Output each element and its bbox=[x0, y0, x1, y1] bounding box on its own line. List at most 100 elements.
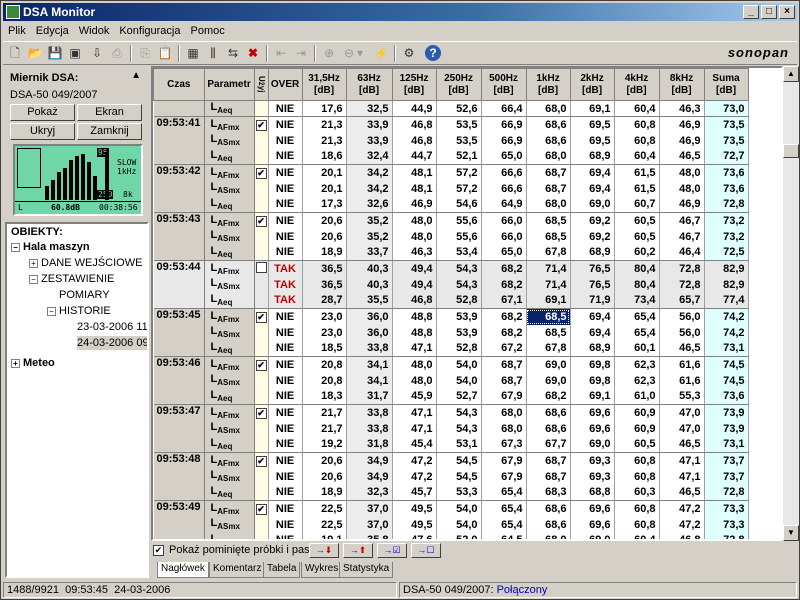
use-checkbox[interactable]: ✔ bbox=[255, 119, 267, 131]
band-value[interactable]: 47,0 bbox=[659, 420, 705, 437]
band-value[interactable]: 67,7 bbox=[526, 436, 571, 453]
settings-icon[interactable]: ⚙ bbox=[399, 44, 419, 63]
band-value[interactable]: 37,0 bbox=[346, 500, 393, 517]
band-value[interactable]: 65,7 bbox=[659, 292, 705, 309]
use-checkbox[interactable]: ✔ bbox=[255, 407, 267, 419]
tree-item-meteo[interactable]: + Meteo bbox=[11, 356, 55, 370]
band-value[interactable]: 32,5 bbox=[346, 100, 393, 117]
tree-item-histories[interactable]: − HISTORIE bbox=[47, 304, 111, 318]
menu-config[interactable]: Konfiguracja bbox=[114, 22, 185, 40]
band-value[interactable]: 67,8 bbox=[526, 244, 571, 261]
band-value[interactable]: 68,2 bbox=[481, 308, 527, 325]
band-value[interactable]: 35,2 bbox=[346, 228, 393, 245]
band-value[interactable]: 69,3 bbox=[570, 452, 615, 469]
band-value[interactable]: 73,9 bbox=[704, 420, 749, 437]
band-value[interactable]: 82,9 bbox=[704, 260, 749, 277]
zoom-dropdown-icon[interactable]: ▾ bbox=[355, 44, 365, 63]
band-value[interactable]: 69,1 bbox=[570, 388, 615, 405]
band-value[interactable]: 52,8 bbox=[436, 292, 482, 309]
tree-item-history-2[interactable]: 24-03-2006 09:20 bbox=[77, 336, 147, 350]
band-value[interactable]: 49,5 bbox=[392, 516, 437, 533]
band-value[interactable]: 65,0 bbox=[481, 244, 527, 261]
header-band[interactable]: 4kHz [dB] bbox=[613, 68, 660, 101]
band-value[interactable]: 68,2 bbox=[481, 276, 527, 293]
band-value[interactable]: 65,0 bbox=[481, 148, 527, 165]
band-value[interactable]: 74,2 bbox=[704, 324, 749, 341]
band-value[interactable]: 46,9 bbox=[659, 196, 705, 213]
band-value[interactable]: 68,0 bbox=[526, 148, 571, 165]
scroll-thumb[interactable] bbox=[783, 144, 799, 158]
band-value[interactable]: 68,0 bbox=[526, 196, 571, 213]
band-value[interactable]: 73,9 bbox=[704, 404, 749, 421]
band-value[interactable]: 73,6 bbox=[704, 180, 749, 197]
table-row[interactable]: LAeq NIE 18,9 33,7 46,3 53,4 65,0 67,8 68,9 60,2 4… bbox=[153, 244, 749, 261]
band-value[interactable]: 69,8 bbox=[570, 356, 615, 373]
band-value[interactable]: 69,0 bbox=[526, 356, 571, 373]
band-value[interactable]: 73,6 bbox=[704, 164, 749, 181]
band-value[interactable]: 69,6 bbox=[570, 516, 615, 533]
print-icon[interactable]: ⎙ bbox=[107, 44, 127, 63]
band-value[interactable]: 65,4 bbox=[481, 500, 527, 517]
band-value[interactable]: 69,5 bbox=[570, 132, 615, 149]
use-checkbox-cell[interactable] bbox=[254, 260, 269, 277]
use-checkbox-cell[interactable] bbox=[254, 436, 269, 453]
tree-item-summary[interactable]: − ZESTAWIENIE bbox=[29, 272, 114, 286]
band-value[interactable]: 73,3 bbox=[704, 516, 749, 533]
band-value[interactable]: 32,6 bbox=[346, 196, 393, 213]
use-checkbox[interactable]: ✔ bbox=[255, 455, 267, 467]
band-value[interactable]: 18,5 bbox=[302, 340, 347, 357]
use-checkbox-cell[interactable]: ✔ bbox=[254, 356, 269, 373]
band-value[interactable]: 23,0 bbox=[302, 324, 347, 341]
band-value[interactable]: 46,8 bbox=[659, 532, 705, 539]
band-value[interactable]: 60,9 bbox=[614, 404, 660, 421]
use-checkbox-cell[interactable]: ✔ bbox=[254, 404, 269, 421]
header-band[interactable]: 8kHz [dB] bbox=[658, 68, 705, 101]
band-value[interactable]: 69,1 bbox=[570, 100, 615, 117]
band-value[interactable]: 66,6 bbox=[481, 164, 527, 181]
table-row[interactable]: LASmx NIE 21,3 33,9 46,8 53,5 66,9 68,6 69,5 60,8… bbox=[153, 132, 749, 149]
band-value[interactable]: 60,7 bbox=[614, 196, 660, 213]
band-value[interactable]: 64,5 bbox=[481, 532, 527, 539]
band-value[interactable]: 67,8 bbox=[526, 340, 571, 357]
use-checkbox-cell[interactable] bbox=[254, 484, 269, 501]
band-value[interactable]: 56,0 bbox=[659, 324, 705, 341]
band-value[interactable]: 68,5 bbox=[526, 212, 571, 229]
header-used[interactable]: Użyj bbox=[253, 68, 269, 101]
band-value[interactable]: 72,8 bbox=[704, 196, 749, 213]
header-band[interactable]: 125Hz [dB] bbox=[391, 68, 437, 101]
band-value[interactable]: 76,5 bbox=[570, 276, 615, 293]
use-checkbox-cell[interactable] bbox=[254, 340, 269, 357]
use-checkbox[interactable]: ✔ bbox=[255, 359, 267, 371]
band-value[interactable]: 54,3 bbox=[436, 260, 482, 277]
band-value[interactable]: 64,9 bbox=[481, 196, 527, 213]
band-value[interactable]: 73,7 bbox=[704, 452, 749, 469]
band-value[interactable]: 67,9 bbox=[481, 452, 527, 469]
band-value[interactable]: 53,9 bbox=[436, 308, 482, 325]
band-value[interactable]: 68,6 bbox=[526, 420, 571, 437]
band-value[interactable]: 20,6 bbox=[302, 228, 347, 245]
header-band[interactable]: 63Hz [dB] bbox=[345, 68, 393, 101]
band-value[interactable]: 60,4 bbox=[614, 100, 660, 117]
band-value[interactable]: 54,5 bbox=[436, 452, 482, 469]
band-value[interactable]: 66,0 bbox=[481, 212, 527, 229]
band-value[interactable]: 66,0 bbox=[481, 228, 527, 245]
band-value[interactable]: 22,5 bbox=[302, 516, 347, 533]
band-value[interactable]: 46,4 bbox=[659, 244, 705, 261]
band-value[interactable]: 54,0 bbox=[436, 500, 482, 517]
delete-icon[interactable]: ✖ bbox=[243, 44, 263, 63]
band-value[interactable]: 60,2 bbox=[614, 244, 660, 261]
band-value[interactable]: 36,5 bbox=[302, 260, 347, 277]
minimize-button[interactable]: _ bbox=[743, 5, 759, 19]
band-value[interactable]: 47,1 bbox=[392, 340, 437, 357]
band-value[interactable]: 46,9 bbox=[659, 132, 705, 149]
band-value[interactable]: 68,6 bbox=[526, 116, 571, 133]
band-value[interactable]: 67,9 bbox=[481, 388, 527, 405]
band-value[interactable]: 61,5 bbox=[614, 180, 660, 197]
band-value[interactable]: 73,0 bbox=[704, 100, 749, 117]
band-value[interactable]: 46,8 bbox=[392, 292, 437, 309]
band-value[interactable]: 68,9 bbox=[570, 244, 615, 261]
band-value[interactable]: 28,7 bbox=[302, 292, 347, 309]
band-value[interactable]: 48,1 bbox=[392, 164, 437, 181]
table-row[interactable]: LAeq NIE 17,3 32,6 46,9 54,6 64,9 68,0 69,0 60,7 4… bbox=[153, 196, 749, 213]
save-icon[interactable]: 💾 bbox=[45, 44, 65, 63]
